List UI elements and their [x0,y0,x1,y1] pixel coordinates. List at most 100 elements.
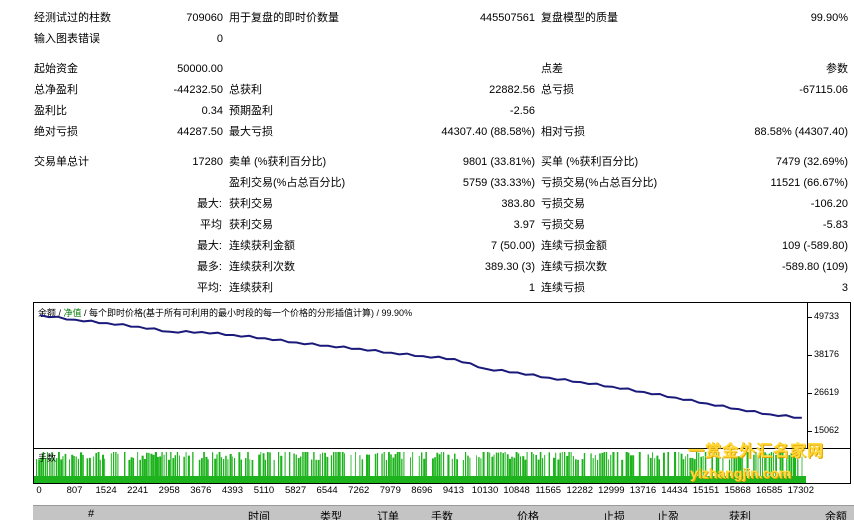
net-profit-label: 总净盈利 [34,84,78,96]
y-tick-mark [808,393,812,395]
y-tick-label: 26619 [814,387,840,398]
profit-trades-label: 盈利交易(%占总百分比) [229,177,346,189]
avg-cons-wins-label: 连续获利 [229,282,273,294]
x-tick-label: 5110 [253,485,275,496]
ticks-value: 445507561 [479,12,535,24]
y-axis: 49733 38176 26619 15062 [807,303,850,448]
largest-profit-label: 获利交易 [229,198,273,210]
expected-payoff-value: -2.56 [509,105,535,117]
x-tick-label: 6544 [316,485,338,496]
x-tick-label: 7262 [348,485,370,496]
max-cons-loss-value: -589.80 (109) [781,261,848,273]
chart-errors-label: 输入图表错误 [34,33,100,45]
avg-cons-wins-value: 1 [528,282,535,294]
loss-trades-label: 亏损交易(%占总百分比) [541,177,658,189]
avg-cons-label: 平均: [196,282,222,294]
x-tick-label: 15868 [724,485,751,496]
spread-label: 点差 [541,63,563,75]
largest-loss-value: -106.20 [810,198,848,210]
report-row: 交易单总计 17280 卖单 (%获利百分比) 9801 (33.81%) 买单… [0,152,854,173]
max-cons-label: 最大: [196,240,222,252]
short-positions-label: 卖单 (%获利百分比) [229,156,327,168]
largest-loss-label: 亏损交易 [541,198,585,210]
initial-deposit-value: 50000.00 [177,63,223,75]
total-trades-label: 交易单总计 [34,156,89,168]
report-row: 最大: 连续获利金额 7 (50.00) 连续亏损金额 109 (-589.80… [0,236,854,257]
average-loss-label: 亏损交易 [541,219,585,231]
largest-label: 最大: [196,198,222,210]
max-cons-loss-label: 连续亏损次数 [541,261,607,273]
report-row: 平均 获利交易 3.97 亏损交易 -5.83 [0,215,854,236]
average-profit-value: 3.97 [513,219,535,231]
report-row: 绝对亏损 44287.50 最大亏损 44307.40 (88.58%) 相对亏… [0,122,854,143]
col-lots[interactable]: 手数 [431,508,453,520]
x-tick-label: 10130 [471,485,499,496]
x-tick-label: 17302 [787,485,815,496]
watermark-title: 一赏金外汇名家网 [688,443,825,460]
balance-line [39,314,802,419]
col-index[interactable]: # [88,508,94,520]
col-time[interactable]: 时间 [248,508,270,520]
x-tick-label: 14434 [661,485,688,496]
average-label: 平均 [200,219,222,231]
x-tick-label: 15151 [692,485,720,496]
max-drawdown-value: 44307.40 (88.58%) [441,126,535,138]
y-tick-label: 49733 [814,311,840,322]
report-row: 盈利比 0.34 预期盈利 -2.56 [0,101,854,122]
long-positions-label: 买单 (%获利百分比) [541,156,639,168]
bars-tested-value: 709060 [186,12,223,24]
expected-payoff-label: 预期盈利 [229,105,273,117]
profit-factor-value: 0.34 [201,105,223,117]
x-tick-label: 16585 [756,485,783,496]
max-cons-profit-value: 389.30 (3) [484,261,535,273]
x-tick-label: 13716 [629,485,657,496]
col-sl[interactable]: 止损 [603,508,625,520]
watermark-url: yizhangjin.com [690,465,792,481]
largest-profit-value: 383.80 [501,198,535,210]
x-axis: 0 807 1524 2241 2958 3676 4393 5110 5827 6544 7262… [33,485,851,499]
y-tick-label: 15062 [814,425,840,436]
x-tick-label: 807 [66,485,83,496]
avg-cons-losses-label: 连续亏损 [541,282,585,294]
trades-table-header: # 时间 类型 订单 手数 价格 止损 止盈 获利 余额 [33,505,854,520]
x-tick-label: 12999 [598,485,625,496]
x-tick-label: 0 [36,485,42,496]
col-profit[interactable]: 获利 [729,508,751,520]
col-order[interactable]: 订单 [377,508,399,520]
x-tick-label: 10848 [503,485,530,496]
x-tick-label: 8696 [411,485,433,496]
col-type[interactable]: 类型 [320,508,342,520]
average-loss-value: -5.83 [822,219,848,231]
report-summary: 经测试过的柱数 709060 用于复盘的即时价数量 445507561 复盘模型… [0,0,854,300]
report-row: 输入图表错误 0 [0,29,854,50]
avg-cons-losses-value: 3 [841,282,848,294]
volume-label: 手数 [38,453,57,463]
average-profit-label: 获利交易 [229,219,273,231]
col-balance[interactable]: 余额 [825,508,847,520]
loss-trades-value: 11521 (66.67%) [770,177,848,189]
initial-deposit-label: 起始资金 [34,63,78,75]
col-price[interactable]: 价格 [517,508,539,520]
abs-drawdown-value: 44287.50 [177,126,223,138]
col-tp[interactable]: 止盈 [657,508,679,520]
gross-loss-label: 总亏损 [541,84,574,96]
max-cons-wins-label: 连续获利金额 [229,240,295,252]
x-tick-label: 9413 [442,485,465,496]
report-row: 最多: 连续获利次数 389.30 (3) 连续亏损次数 -589.80 (10… [0,257,854,278]
long-positions-value: 7479 (32.69%) [775,156,848,168]
report-row: 最大: 获利交易 383.80 亏损交易 -106.20 [0,194,854,215]
x-tick-label: 12282 [566,485,593,496]
total-trades-value: 17280 [192,156,223,168]
bars-tested-label: 经测试过的柱数 [34,12,111,24]
gross-loss-value: -67115.06 [799,84,848,96]
quality-label: 复盘模型的质量 [541,12,618,24]
gross-profit-value: 22882.56 [489,84,535,96]
chart-errors-value: 0 [216,33,223,45]
report-row: 平均: 连续获利 1 连续亏损 3 [0,278,854,299]
x-tick-label: 3676 [190,485,212,496]
balance-chart: 余额 / 净值 / 每个即时价格(基于所有可利用的最小时段的每一个价格的分形插值… [33,302,851,449]
max-cons-profit-label: 连续获利次数 [229,261,295,273]
x-tick-label: 2958 [158,485,180,496]
abs-drawdown-label: 绝对亏损 [34,126,78,138]
max-cons-wins-value: 7 (50.00) [490,240,535,252]
